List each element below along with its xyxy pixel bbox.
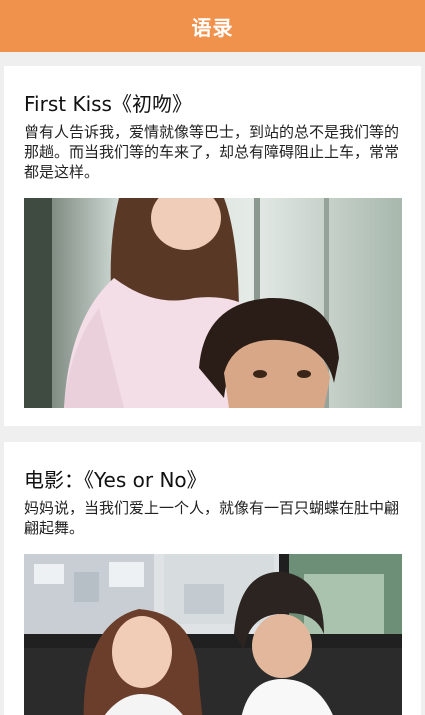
top-bar: 语录 — [0, 0, 425, 52]
quote-image[interactable]: Hello — [24, 554, 402, 715]
quote-title: 电影：《Yes or No》 — [24, 468, 207, 492]
quote-text: 妈妈说，当我们爱上一个人，就像有一百只蝴蝶在肚中翩翩起舞。 — [24, 499, 400, 537]
quote-title: First Kiss《初吻》 — [24, 92, 192, 116]
quote-card[interactable]: 电影：《Yes or No》 妈妈说，当我们爱上一个人，就像有一百只蝴蝶在肚中翩… — [4, 442, 421, 715]
quote-image[interactable] — [24, 198, 402, 408]
app-screen: 语录 First Kiss《初吻》 曾有人告诉我，爱情就像等巴士，到站的总不是我… — [0, 0, 425, 715]
quote-text: 曾有人告诉我，爱情就像等巴士，到站的总不是我们等的那趟。而当我们等的车来了，却总… — [24, 123, 400, 181]
page-title: 语录 — [191, 15, 234, 40]
quote-card[interactable]: First Kiss《初吻》 曾有人告诉我，爱情就像等巴士，到站的总不是我们等的… — [4, 66, 421, 426]
